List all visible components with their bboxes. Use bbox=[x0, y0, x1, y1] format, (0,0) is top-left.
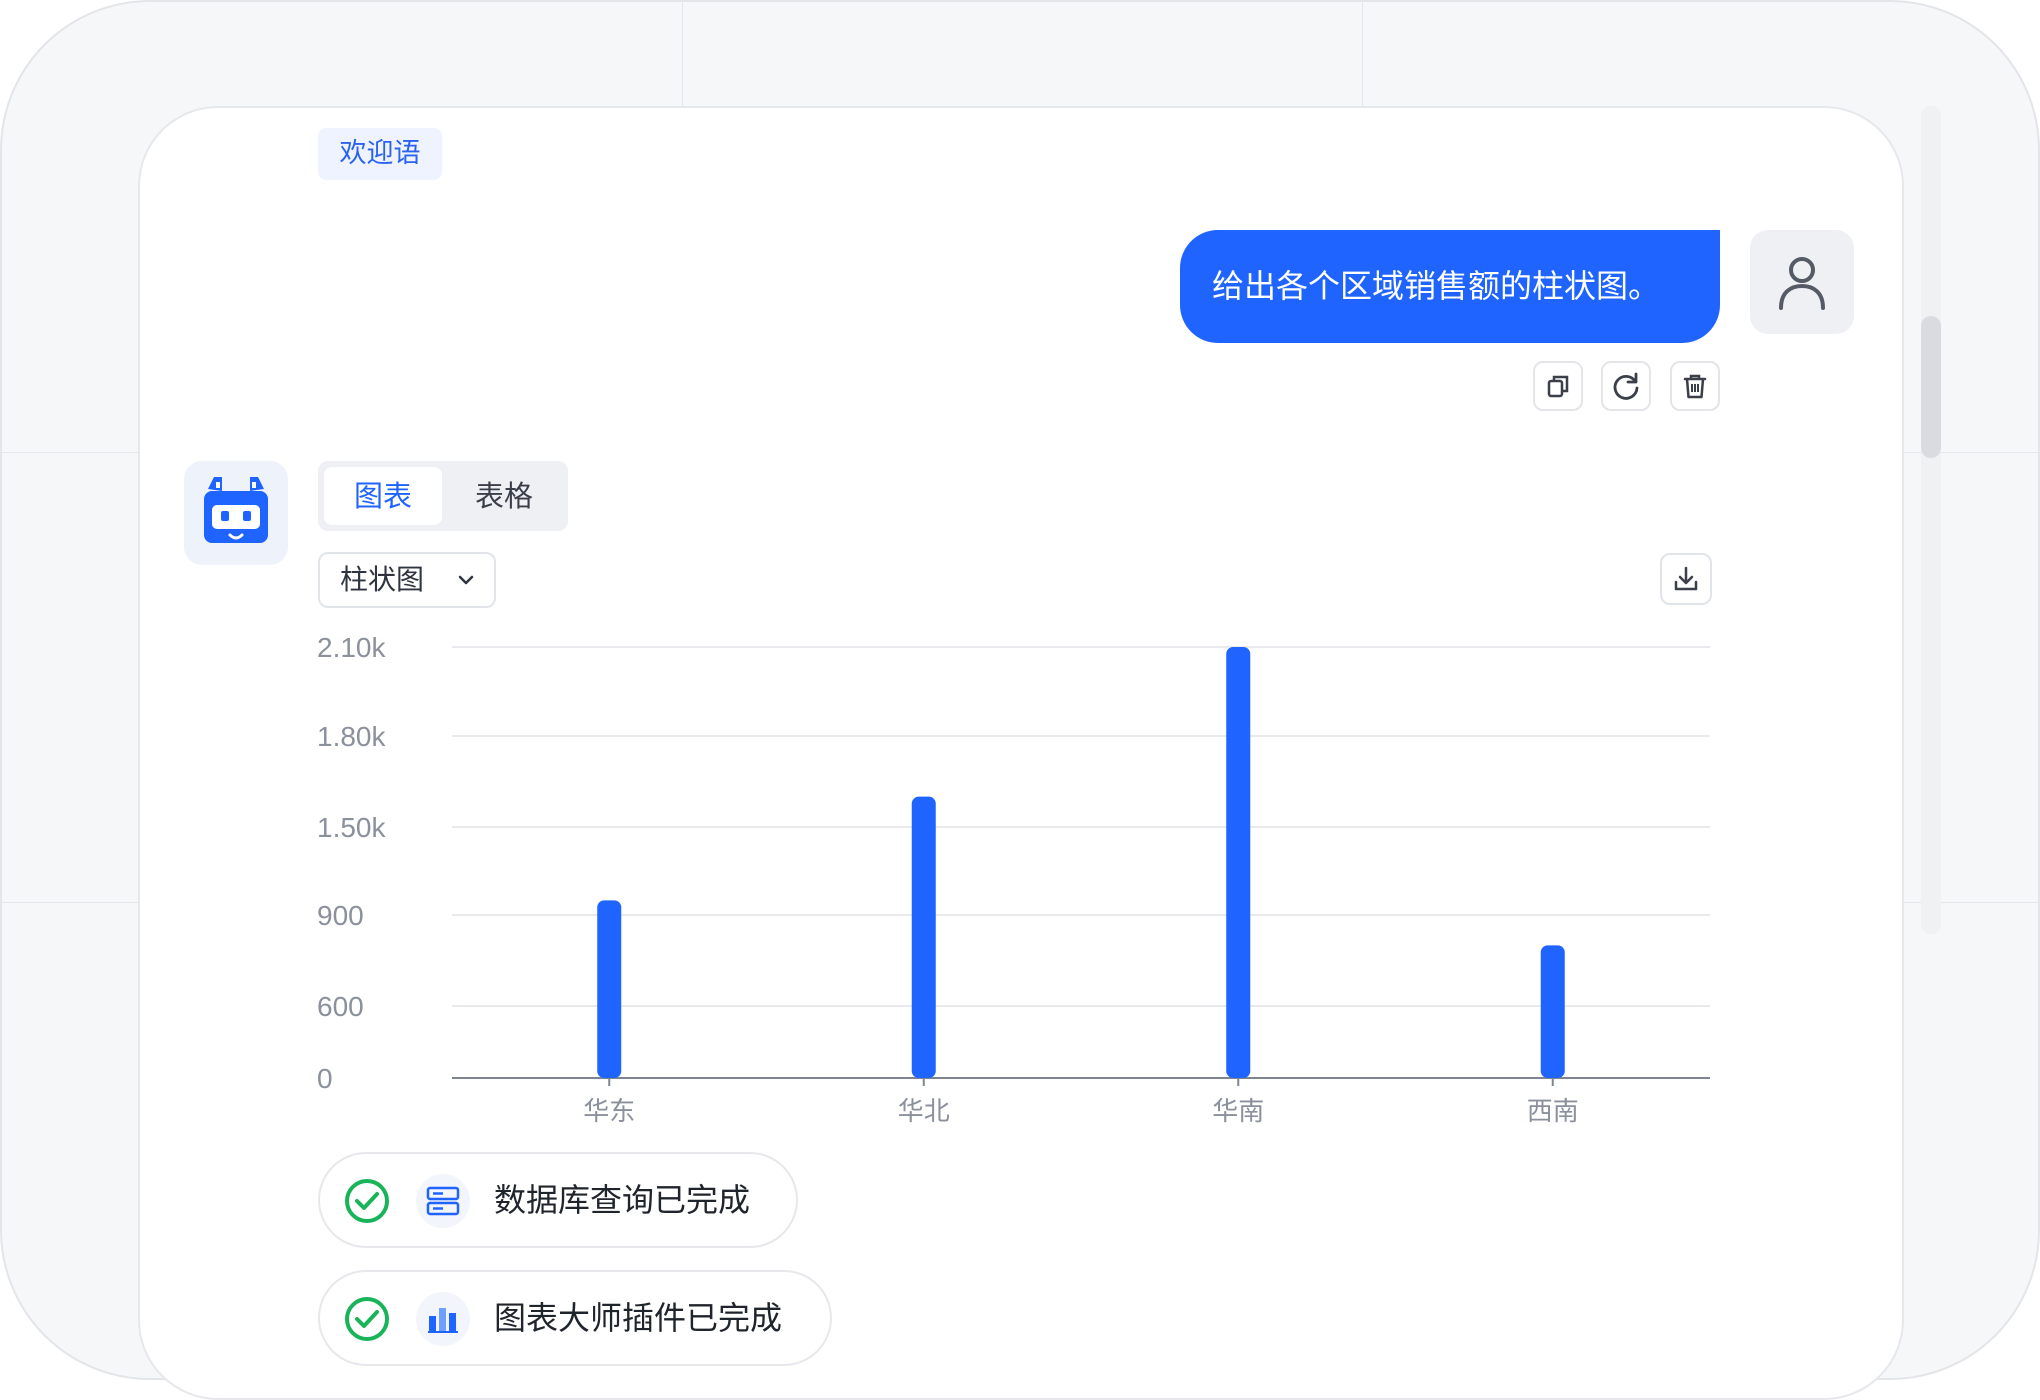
database-icon bbox=[416, 1174, 470, 1228]
status-label: 数据库查询已完成 bbox=[494, 1181, 751, 1219]
bar bbox=[1540, 945, 1565, 1078]
check-circle-icon bbox=[345, 1179, 389, 1223]
status-label: 图表大师插件已完成 bbox=[494, 1299, 783, 1337]
y-tick-label: 900 bbox=[317, 900, 364, 931]
download-icon bbox=[1674, 566, 1698, 591]
y-tick-label: 1.80k bbox=[317, 721, 386, 752]
background-grid-line bbox=[1362, 2, 1363, 122]
x-tick-label: 华南 bbox=[1212, 1097, 1264, 1127]
chart-type-value: 柱状图 bbox=[340, 563, 425, 596]
welcome-tag[interactable]: 欢迎语 bbox=[318, 128, 442, 180]
x-tick-label: 西南 bbox=[1527, 1097, 1579, 1127]
user-avatar bbox=[1750, 230, 1854, 334]
bar-chart-plugin-icon bbox=[416, 1292, 470, 1346]
view-tab-switcher: 图表 表格 bbox=[318, 461, 568, 531]
status-item-database: 数据库查询已完成 bbox=[318, 1152, 798, 1248]
copy-icon bbox=[1547, 375, 1569, 398]
delete-button[interactable] bbox=[1670, 361, 1720, 411]
bot-avatar bbox=[184, 461, 288, 565]
y-tick-label: 2.10k bbox=[317, 632, 386, 663]
user-icon bbox=[1779, 257, 1825, 310]
refresh-icon bbox=[1613, 372, 1639, 400]
chevron-down-icon bbox=[458, 575, 474, 585]
chart-type-select[interactable]: 柱状图 bbox=[318, 552, 496, 608]
tab-table[interactable]: 表格 bbox=[446, 467, 562, 525]
regenerate-button[interactable] bbox=[1601, 361, 1651, 411]
robot-icon bbox=[204, 477, 268, 543]
y-tick-label: 0 bbox=[317, 1063, 333, 1094]
bar-chart: 0 600 900 1.50k 1.80k 2.10k 华东 华北 华南 西南 bbox=[317, 632, 1710, 1127]
scrollbar-thumb[interactable] bbox=[1921, 316, 1941, 458]
background-grid-line bbox=[2, 902, 142, 903]
tab-chart[interactable]: 图表 bbox=[324, 467, 442, 525]
x-tick-label: 华东 bbox=[583, 1097, 635, 1127]
bar bbox=[597, 900, 622, 1078]
check-circle-icon bbox=[345, 1297, 389, 1341]
download-button[interactable] bbox=[1660, 553, 1712, 605]
background-grid-line bbox=[682, 2, 683, 122]
y-tick-label: 1.50k bbox=[317, 812, 386, 843]
bar bbox=[911, 796, 936, 1078]
trash-icon bbox=[1683, 374, 1707, 399]
bar bbox=[1226, 647, 1251, 1078]
x-tick-label: 华北 bbox=[898, 1097, 950, 1127]
scrollbar-track[interactable] bbox=[1921, 106, 1941, 934]
status-item-chart-plugin: 图表大师插件已完成 bbox=[318, 1270, 832, 1366]
user-message-bubble: 给出各个区域销售额的柱状图。 bbox=[1180, 230, 1720, 343]
y-tick-label: 600 bbox=[317, 991, 364, 1022]
copy-button[interactable] bbox=[1533, 361, 1583, 411]
background-grid-line bbox=[2, 452, 142, 453]
